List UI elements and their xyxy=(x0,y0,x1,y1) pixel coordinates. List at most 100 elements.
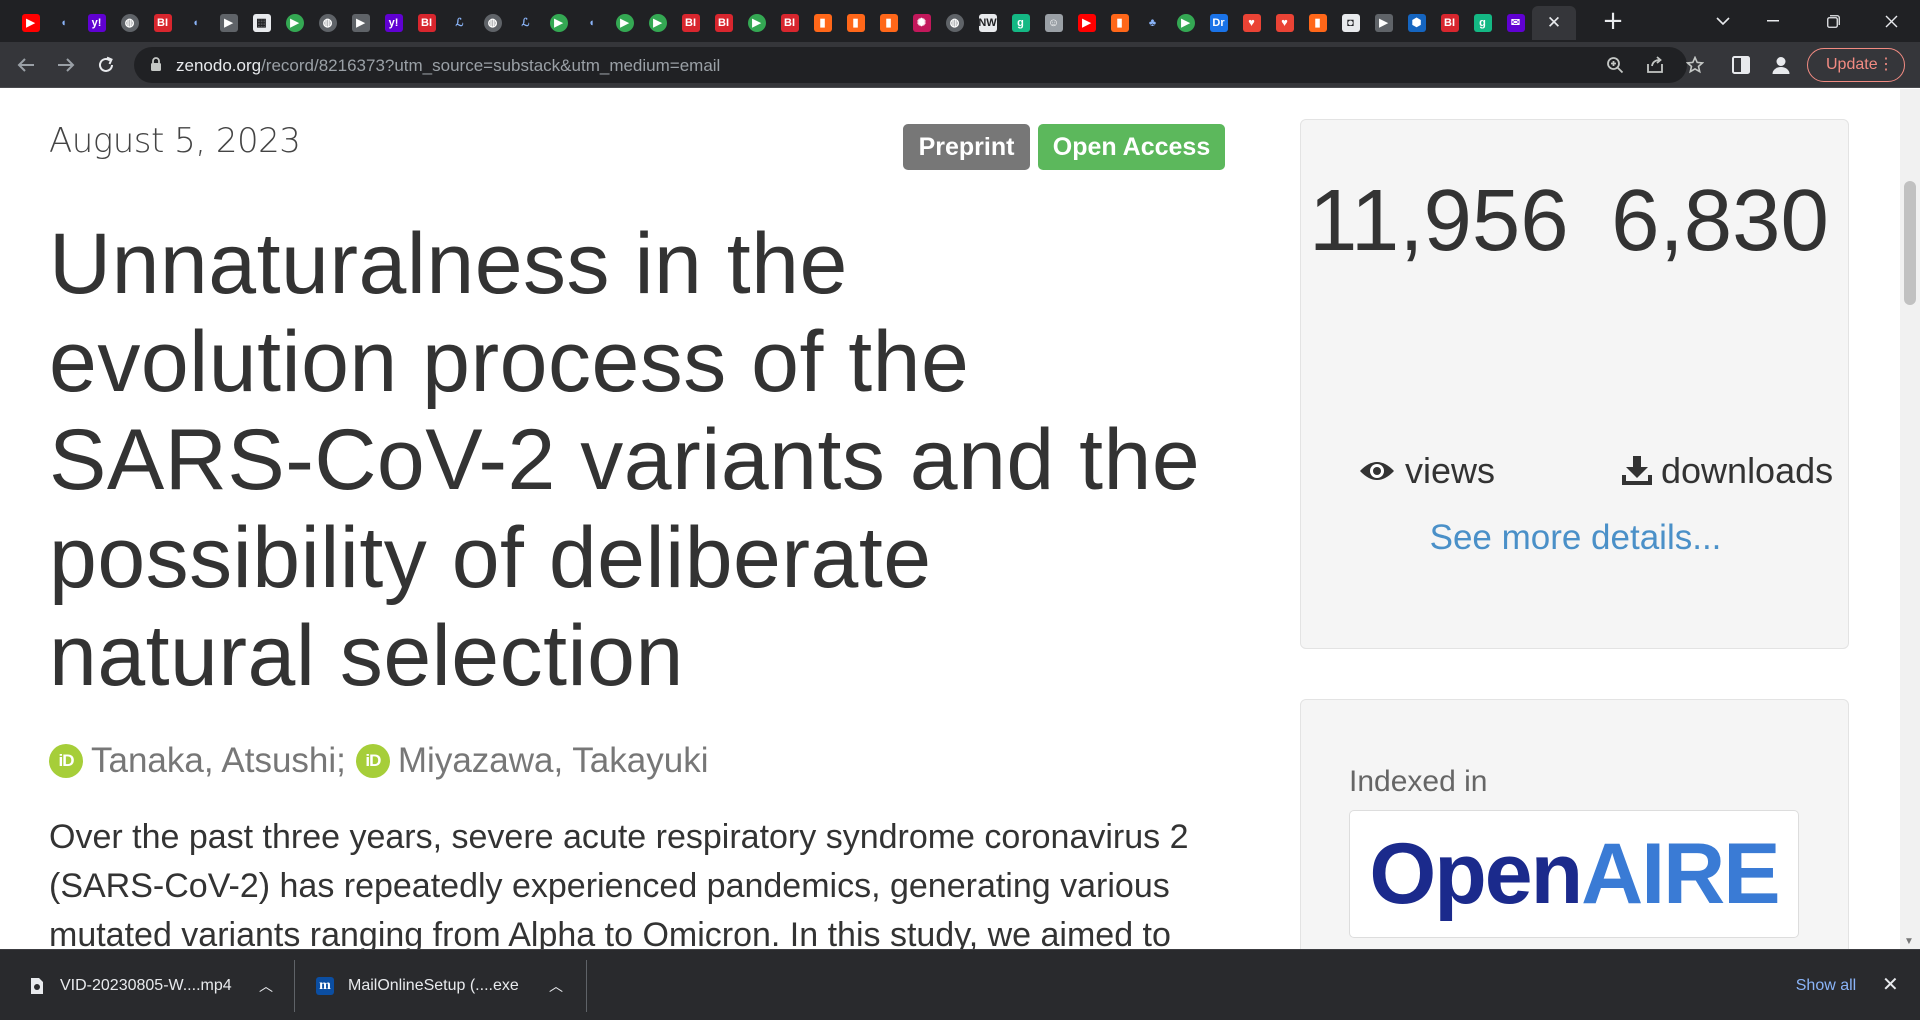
browser-tab[interactable]: y! xyxy=(80,6,113,40)
browser-tab[interactable]: ℒ xyxy=(509,6,542,40)
download-item[interactable]: m MailOnlineSetup (....exe xyxy=(316,950,519,1021)
browser-tab[interactable]: ▶ xyxy=(278,6,311,40)
more-menu-icon[interactable]: ⋮ xyxy=(1878,54,1894,74)
address-bar[interactable]: zenodo.org/record/8216373?utm_source=sub… xyxy=(134,47,1704,83)
close-icon[interactable]: ✕ xyxy=(1882,972,1899,996)
bookmark-star-icon[interactable] xyxy=(1684,54,1706,76)
browser-tab[interactable]: ℒ xyxy=(443,6,476,40)
divider xyxy=(586,960,587,1012)
chevron-up-icon[interactable]: ︿ xyxy=(549,976,563,996)
burst-icon: ✺ xyxy=(912,14,931,32)
orcid-icon[interactable]: iD xyxy=(49,744,83,778)
browser-tab[interactable]: BI xyxy=(707,6,740,40)
browser-tab[interactable]: g xyxy=(1466,6,1499,40)
browser-tab[interactable]: ▶ xyxy=(641,6,674,40)
browser-tab[interactable]: ▶ xyxy=(542,6,575,40)
shield-icon: ◖ xyxy=(54,14,73,32)
browser-tab[interactable]: ♥ xyxy=(1268,6,1301,40)
page-scrollbar[interactable]: ▼ xyxy=(1900,89,1920,949)
close-window-button[interactable] xyxy=(1862,0,1920,42)
browser-tab[interactable]: ✺ xyxy=(905,6,938,40)
youtube-icon: ▶ xyxy=(21,14,40,32)
shield-icon: ◖ xyxy=(186,14,205,32)
play-icon: ▶ xyxy=(1176,14,1195,32)
update-button[interactable]: Update ⋮ xyxy=(1807,48,1905,82)
browser-tab[interactable]: Dr xyxy=(1202,6,1235,40)
tab-close-icon[interactable]: ✕ xyxy=(1547,13,1561,33)
browser-tab[interactable]: ▶ xyxy=(740,6,773,40)
see-more-details-link[interactable]: See more details... xyxy=(1301,518,1850,558)
scroll-down-arrow-icon[interactable]: ▼ xyxy=(1904,936,1914,947)
new-tab-button[interactable]: + xyxy=(1596,4,1630,38)
download-icon xyxy=(1622,456,1652,485)
profile-icon[interactable] xyxy=(1770,54,1792,76)
youtube-icon: ▶ xyxy=(1077,14,1096,32)
minimize-button[interactable] xyxy=(1744,0,1802,42)
scrollbar-thumb[interactable] xyxy=(1904,181,1916,305)
page-content: August 5, 2023 Preprint Open Access Unna… xyxy=(0,89,1920,949)
browser-tab[interactable]: ▶ xyxy=(1070,6,1103,40)
browser-tab[interactable]: ▶ xyxy=(344,6,377,40)
author-name[interactable]: Tanaka, Atsushi xyxy=(91,741,336,781)
browser-tab[interactable]: ◖ xyxy=(575,6,608,40)
download-item[interactable]: VID-20230805-W....mp4 xyxy=(28,950,232,1021)
browser-tab[interactable]: ▦ xyxy=(245,6,278,40)
forward-button[interactable] xyxy=(50,49,82,81)
browser-tab[interactable]: ▮ xyxy=(1103,6,1136,40)
browser-tab[interactable]: y! xyxy=(377,6,410,40)
browser-tab[interactable]: ▮ xyxy=(839,6,872,40)
browser-tab[interactable]: BI xyxy=(1433,6,1466,40)
browser-tab[interactable]: ⬢ xyxy=(1400,6,1433,40)
browser-tab[interactable]: BI xyxy=(773,6,806,40)
restore-button[interactable] xyxy=(1804,0,1862,42)
chevron-up-icon[interactable]: ︿ xyxy=(259,976,273,996)
browser-tab[interactable]: ▶ xyxy=(1367,6,1400,40)
views-count: 11,956 xyxy=(1309,172,1569,269)
bi-icon: BI xyxy=(1440,14,1459,32)
side-panel-icon[interactable] xyxy=(1730,54,1752,76)
browser-tab[interactable]: BI xyxy=(146,6,179,40)
browser-tab[interactable]: ◍ xyxy=(113,6,146,40)
browser-tab[interactable]: ◖ xyxy=(179,6,212,40)
reload-button[interactable] xyxy=(90,49,122,81)
orcid-icon[interactable]: iD xyxy=(355,744,390,778)
browser-tab[interactable]: BI xyxy=(674,6,707,40)
browser-tab[interactable]: BI xyxy=(410,6,443,40)
browser-tab[interactable]: ▮ xyxy=(872,6,905,40)
browser-tab[interactable]: ▶ xyxy=(608,6,641,40)
browser-tab[interactable]: ▶ xyxy=(212,6,245,40)
mail-icon: ✉ xyxy=(1506,14,1525,32)
browser-tab[interactable]: ▮ xyxy=(1301,6,1334,40)
openaire-logo[interactable]: Open AIRE xyxy=(1349,810,1799,938)
browser-tab[interactable]: g xyxy=(1004,6,1037,40)
browser-tab[interactable]: ▶ xyxy=(14,6,47,40)
browser-tab[interactable]: NW xyxy=(971,6,1004,40)
lock-icon[interactable] xyxy=(150,57,162,72)
browser-tab[interactable]: ◖ xyxy=(47,6,80,40)
browser-tab[interactable]: ◍ xyxy=(311,6,344,40)
author-name[interactable]: Miyazawa, Takayuki xyxy=(398,741,709,781)
divider xyxy=(294,960,295,1012)
show-all-button[interactable]: Show all xyxy=(1776,968,1876,1004)
browser-tab[interactable]: ◍ xyxy=(476,6,509,40)
url-text[interactable]: zenodo.org/record/8216373?utm_source=sub… xyxy=(176,56,720,76)
browser-tab[interactable]: ▮ xyxy=(806,6,839,40)
browser-tab[interactable]: ◍ xyxy=(938,6,971,40)
browser-tab[interactable]: ▶ xyxy=(1169,6,1202,40)
zoom-icon[interactable] xyxy=(1604,54,1626,76)
bookmark-icon: ▮ xyxy=(813,14,832,32)
browser-tab[interactable]: ◘ xyxy=(1334,6,1367,40)
browser-toolbar: zenodo.org/record/8216373?utm_source=sub… xyxy=(0,42,1920,88)
back-button[interactable] xyxy=(10,49,42,81)
browser-tab[interactable]: ✉ xyxy=(1499,6,1532,40)
preprint-badge: Preprint xyxy=(903,124,1030,170)
pin-icon: ♥ xyxy=(1242,14,1261,32)
browser-tab[interactable]: ♣ xyxy=(1136,6,1169,40)
play-icon: ▶ xyxy=(615,14,634,32)
share-icon[interactable] xyxy=(1644,54,1666,76)
tab-search-button[interactable] xyxy=(1706,4,1740,38)
browser-tab[interactable]: ☺ xyxy=(1037,6,1070,40)
download-shelf: VID-20230805-W....mp4 ︿ m MailOnlineSetu… xyxy=(0,949,1920,1020)
browser-tab[interactable]: ♥ xyxy=(1235,6,1268,40)
active-tab[interactable]: ✕ xyxy=(1532,6,1576,40)
